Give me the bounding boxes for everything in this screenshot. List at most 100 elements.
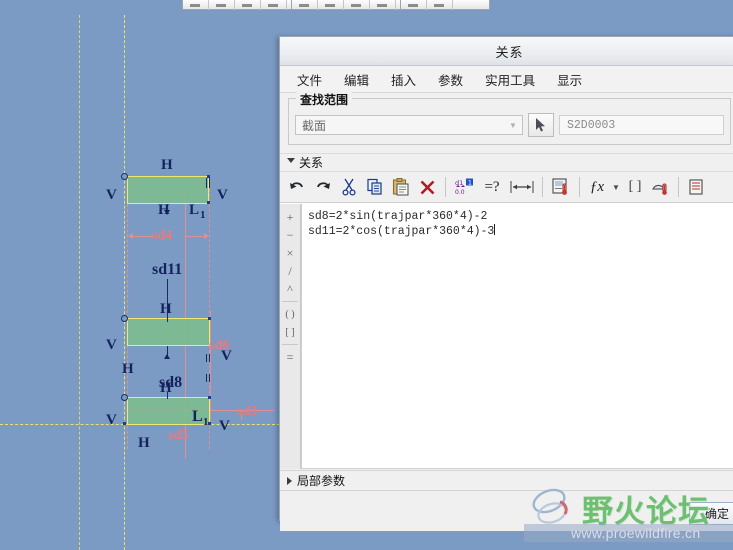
dimension-toggle-icon[interactable]: d1 0.0 1 [451,174,477,200]
redo-icon[interactable] [310,174,336,200]
sketch-endpoint[interactable] [207,201,210,204]
local-params-label: 局部参数 [297,474,346,488]
sketch-rectangle-middle[interactable] [127,318,210,346]
dialog-titlebar[interactable]: 关系 [280,37,733,66]
equal-constraint-tick [206,354,207,362]
lookin-scope-select[interactable]: 截面 ▼ [295,115,523,135]
toolbar-button[interactable] [318,0,344,10]
menu-item-utilities[interactable]: 实用工具 [476,67,544,92]
copy-icon[interactable] [362,174,388,200]
sketch-endpoint-handle[interactable] [121,394,128,401]
sketch-endpoint-handle[interactable] [121,315,128,322]
top-toolbar[interactable] [182,0,490,10]
dimension-bounds-icon[interactable] [507,174,537,200]
toolbar-separator [542,177,543,197]
relations-table-icon[interactable] [684,174,710,200]
operator-power[interactable]: ^ [281,280,299,298]
delete-icon[interactable] [414,174,440,200]
relations-text-editor[interactable]: sd8=2*sin(trajpar*360*4)-2 sd11=2*cos(tr… [301,204,733,469]
operator-equals[interactable]: = [281,348,299,366]
dimension-label-sd6[interactable]: sd6 [209,338,229,354]
menu-item-parameters[interactable]: 参数 [429,67,472,92]
dialog-footer: 确定 [280,491,733,531]
toolbar-button[interactable] [401,0,427,10]
toolbar-button[interactable] [344,0,370,10]
constraint-label-l1-bot: L [192,408,203,425]
operator-parentheses[interactable]: ( ) [281,305,299,323]
constraint-label-v-mid: V [106,337,117,353]
braces-icon[interactable]: [ ] [623,174,647,200]
toolbar-button[interactable] [370,0,396,10]
function-icon[interactable]: ƒx [585,174,609,200]
sketch-endpoint[interactable] [123,422,126,425]
operator-multiply[interactable]: × [281,244,299,262]
verify-relations-icon[interactable]: =? [477,174,507,200]
undo-icon[interactable] [284,174,310,200]
witness-line [210,311,211,421]
menu-item-edit[interactable]: 编辑 [335,67,378,92]
sketch-endpoint-handle[interactable] [121,173,128,180]
parameter-icon[interactable] [647,174,673,200]
toolbar-button[interactable] [427,0,453,10]
dimension-label-sd3[interactable]: sd3 [237,404,257,420]
cut-icon[interactable] [336,174,362,200]
operator-palette[interactable]: + − × / ^ ( ) [ ] = [280,204,301,469]
menu-bar[interactable]: 文件 编辑 插入 参数 实用工具 显示 [280,66,733,93]
ok-button[interactable]: 确定 [689,502,733,525]
select-object-button[interactable] [528,113,554,137]
sketch-endpoint[interactable] [208,396,211,399]
toolbar-button[interactable] [235,0,261,10]
constraint-label-h-top: H [161,157,173,173]
unit-sensitive-icon[interactable] [548,174,574,200]
constraint-label-v-top-left: V [106,187,117,203]
toolbar-separator [445,177,446,197]
relations-dialog[interactable]: 关系 文件 编辑 插入 参数 实用工具 显示 查找范围 截面 ▼ S2D0003… [279,36,733,531]
constraint-label-v-bot: V [106,412,117,428]
relations-section-label: 关系 [299,156,324,170]
operator-brackets[interactable]: [ ] [281,323,299,341]
sketch-rectangle-top[interactable] [127,176,209,204]
vertical-datum-axis [124,14,125,550]
equal-constraint-tick [209,178,210,188]
operator-separator [282,344,298,345]
relations-editor-area[interactable]: + − × / ^ ( ) [ ] = sd8=2*sin(trajpar*36… [280,203,733,469]
toolbar-separator [579,177,580,197]
toolbar-button[interactable] [209,0,235,10]
dimension-label-sd5[interactable]: sd5 [168,428,188,444]
local-params-header[interactable]: 局部参数 [280,470,733,491]
cursor-arrow-icon [536,118,545,132]
relations-toolbar[interactable]: d1 0.0 1 =? ƒx ▼ [] [280,172,733,203]
relations-section-header[interactable]: 关系 [280,153,733,172]
svg-text:1: 1 [468,179,472,186]
svg-text:d1: d1 [455,179,463,187]
function-dropdown-icon[interactable]: ▼ [609,174,623,200]
toolbar-button[interactable] [261,0,287,10]
dimension-label-sd4[interactable]: sd4 [152,228,172,244]
chevron-right-icon [287,476,292,485]
operator-separator [282,301,298,302]
operator-plus[interactable]: + [281,208,299,226]
constraint-label-v-bot-right: V [219,418,230,434]
dimension-arrow [204,233,209,239]
text-caret [494,224,496,235]
lookin-name-field[interactable]: S2D0003 [559,115,724,135]
constraint-label-h-mid-low: H [122,361,134,377]
toolbar-button[interactable] [183,0,209,10]
operator-divide[interactable]: / [281,262,299,280]
toolbar-separator [678,177,679,197]
dimension-arrow [164,210,170,215]
menu-item-insert[interactable]: 插入 [382,67,425,92]
lookin-scope-value: 截面 [302,118,327,133]
menu-item-file[interactable]: 文件 [288,67,331,92]
svg-text:0.0: 0.0 [455,189,465,196]
cad-sketch-canvas[interactable]: H V V H L 1 sd4 sd11 H V V sd6 H sd8 H V… [0,14,290,550]
toolbar-button[interactable] [292,0,318,10]
lookin-group-title: 查找范围 [296,91,353,108]
menu-item-display[interactable]: 显示 [548,67,591,92]
constraint-label-l1-top-sub: 1 [200,209,206,221]
paste-icon[interactable] [388,174,414,200]
sketch-endpoint[interactable] [208,317,211,320]
dimension-label-sd11[interactable]: sd11 [152,261,182,279]
operator-minus[interactable]: − [281,226,299,244]
constraint-label-l1-top: L [189,202,200,218]
